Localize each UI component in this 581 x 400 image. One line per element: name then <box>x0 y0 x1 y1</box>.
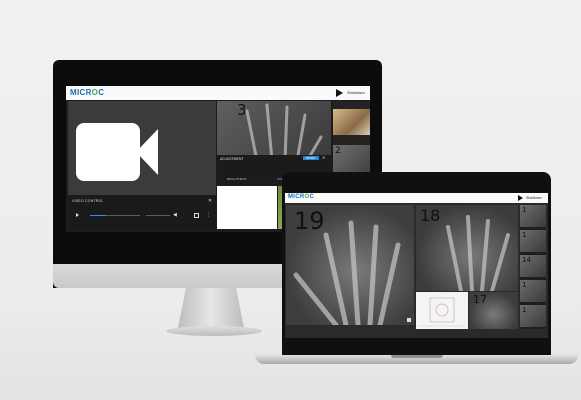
xray-small-view[interactable]: 17 <box>469 292 518 329</box>
blank-thumbnail[interactable] <box>217 186 277 229</box>
monitor-stand-base <box>166 326 262 336</box>
video-camera-icon <box>76 123 140 181</box>
laptop-shutdown-label[interactable]: Shutdown <box>526 196 542 200</box>
medium-image-number: 18 <box>420 206 441 225</box>
video-progress-fill <box>90 215 106 216</box>
laptop-app-logo: MICROC <box>288 194 315 200</box>
rail-thumbnail[interactable]: 1 <box>520 230 546 252</box>
video-panel: VIDEO CONTROL ✕ ◀ ⋮ <box>68 101 216 229</box>
app-logo: MICROC <box>70 88 105 97</box>
small-image-number: 17 <box>473 293 487 306</box>
adjustment-close-icon[interactable]: ✕ <box>322 155 325 160</box>
volume-slider[interactable] <box>146 215 170 216</box>
rail-thumbnail-number: 14 <box>522 256 531 264</box>
image-number-label: 3 <box>237 101 247 119</box>
diagram-thumbnail[interactable] <box>416 292 468 329</box>
rail-thumbnail[interactable]: 1 <box>520 205 546 227</box>
video-control-bar: VIDEO CONTROL ✕ ◀ ⋮ <box>68 195 216 229</box>
reset-button[interactable]: RESET <box>303 156 319 160</box>
video-camera-lens-icon <box>136 129 158 175</box>
volume-icon[interactable]: ◀ <box>173 212 177 218</box>
xray-large-view[interactable]: 19 <box>286 205 414 325</box>
rail-thumbnail[interactable]: 1 <box>520 280 546 302</box>
brightness-label: BRIGHTNESS <box>227 177 247 181</box>
fullscreen-icon[interactable] <box>194 213 199 218</box>
xray-main-view[interactable]: 3 <box>217 101 331 161</box>
calibration-diagram-icon <box>418 297 466 327</box>
laptop-image-rail: 1 1 14 1 1 <box>520 205 546 329</box>
play-icon[interactable] <box>76 213 79 217</box>
laptop-notch <box>391 355 443 358</box>
rail-thumbnail-number: 1 <box>522 206 527 214</box>
large-image-number: 19 <box>294 207 325 235</box>
rail-thumbnail-number: 1 <box>522 231 527 239</box>
xray-medium-view[interactable]: 18 <box>416 205 518 291</box>
rail-image-number: 2 <box>335 146 341 156</box>
rail-thumbnail[interactable]: 14 <box>520 255 546 277</box>
send-icon[interactable] <box>336 89 343 97</box>
rail-thumbnail-number: 1 <box>522 281 527 289</box>
more-icon[interactable]: ⋮ <box>206 212 211 218</box>
shutdown-label[interactable]: Shutdown <box>347 90 365 95</box>
rail-thumbnail-number: 1 <box>522 306 527 314</box>
adjustment-label: ADJUSTMENT <box>220 157 244 161</box>
large-view-marker <box>407 318 411 322</box>
rail-photo-thumbnail[interactable] <box>333 109 370 135</box>
video-control-label: VIDEO CONTROL <box>72 199 104 203</box>
rail-thumbnail[interactable]: 1 <box>520 305 546 327</box>
hand-xray-image <box>245 103 323 161</box>
app-header: MICROC Shutdown <box>66 86 370 100</box>
close-icon[interactable]: ✕ <box>208 198 212 204</box>
laptop-screen: MICROC Shutdown 19 18 17 1 1 14 1 1 <box>285 193 548 338</box>
video-progress-track[interactable] <box>90 215 140 216</box>
monitor-stand <box>178 288 244 328</box>
laptop-send-icon[interactable] <box>518 195 523 201</box>
laptop-app-header: MICROC Shutdown <box>285 193 548 203</box>
